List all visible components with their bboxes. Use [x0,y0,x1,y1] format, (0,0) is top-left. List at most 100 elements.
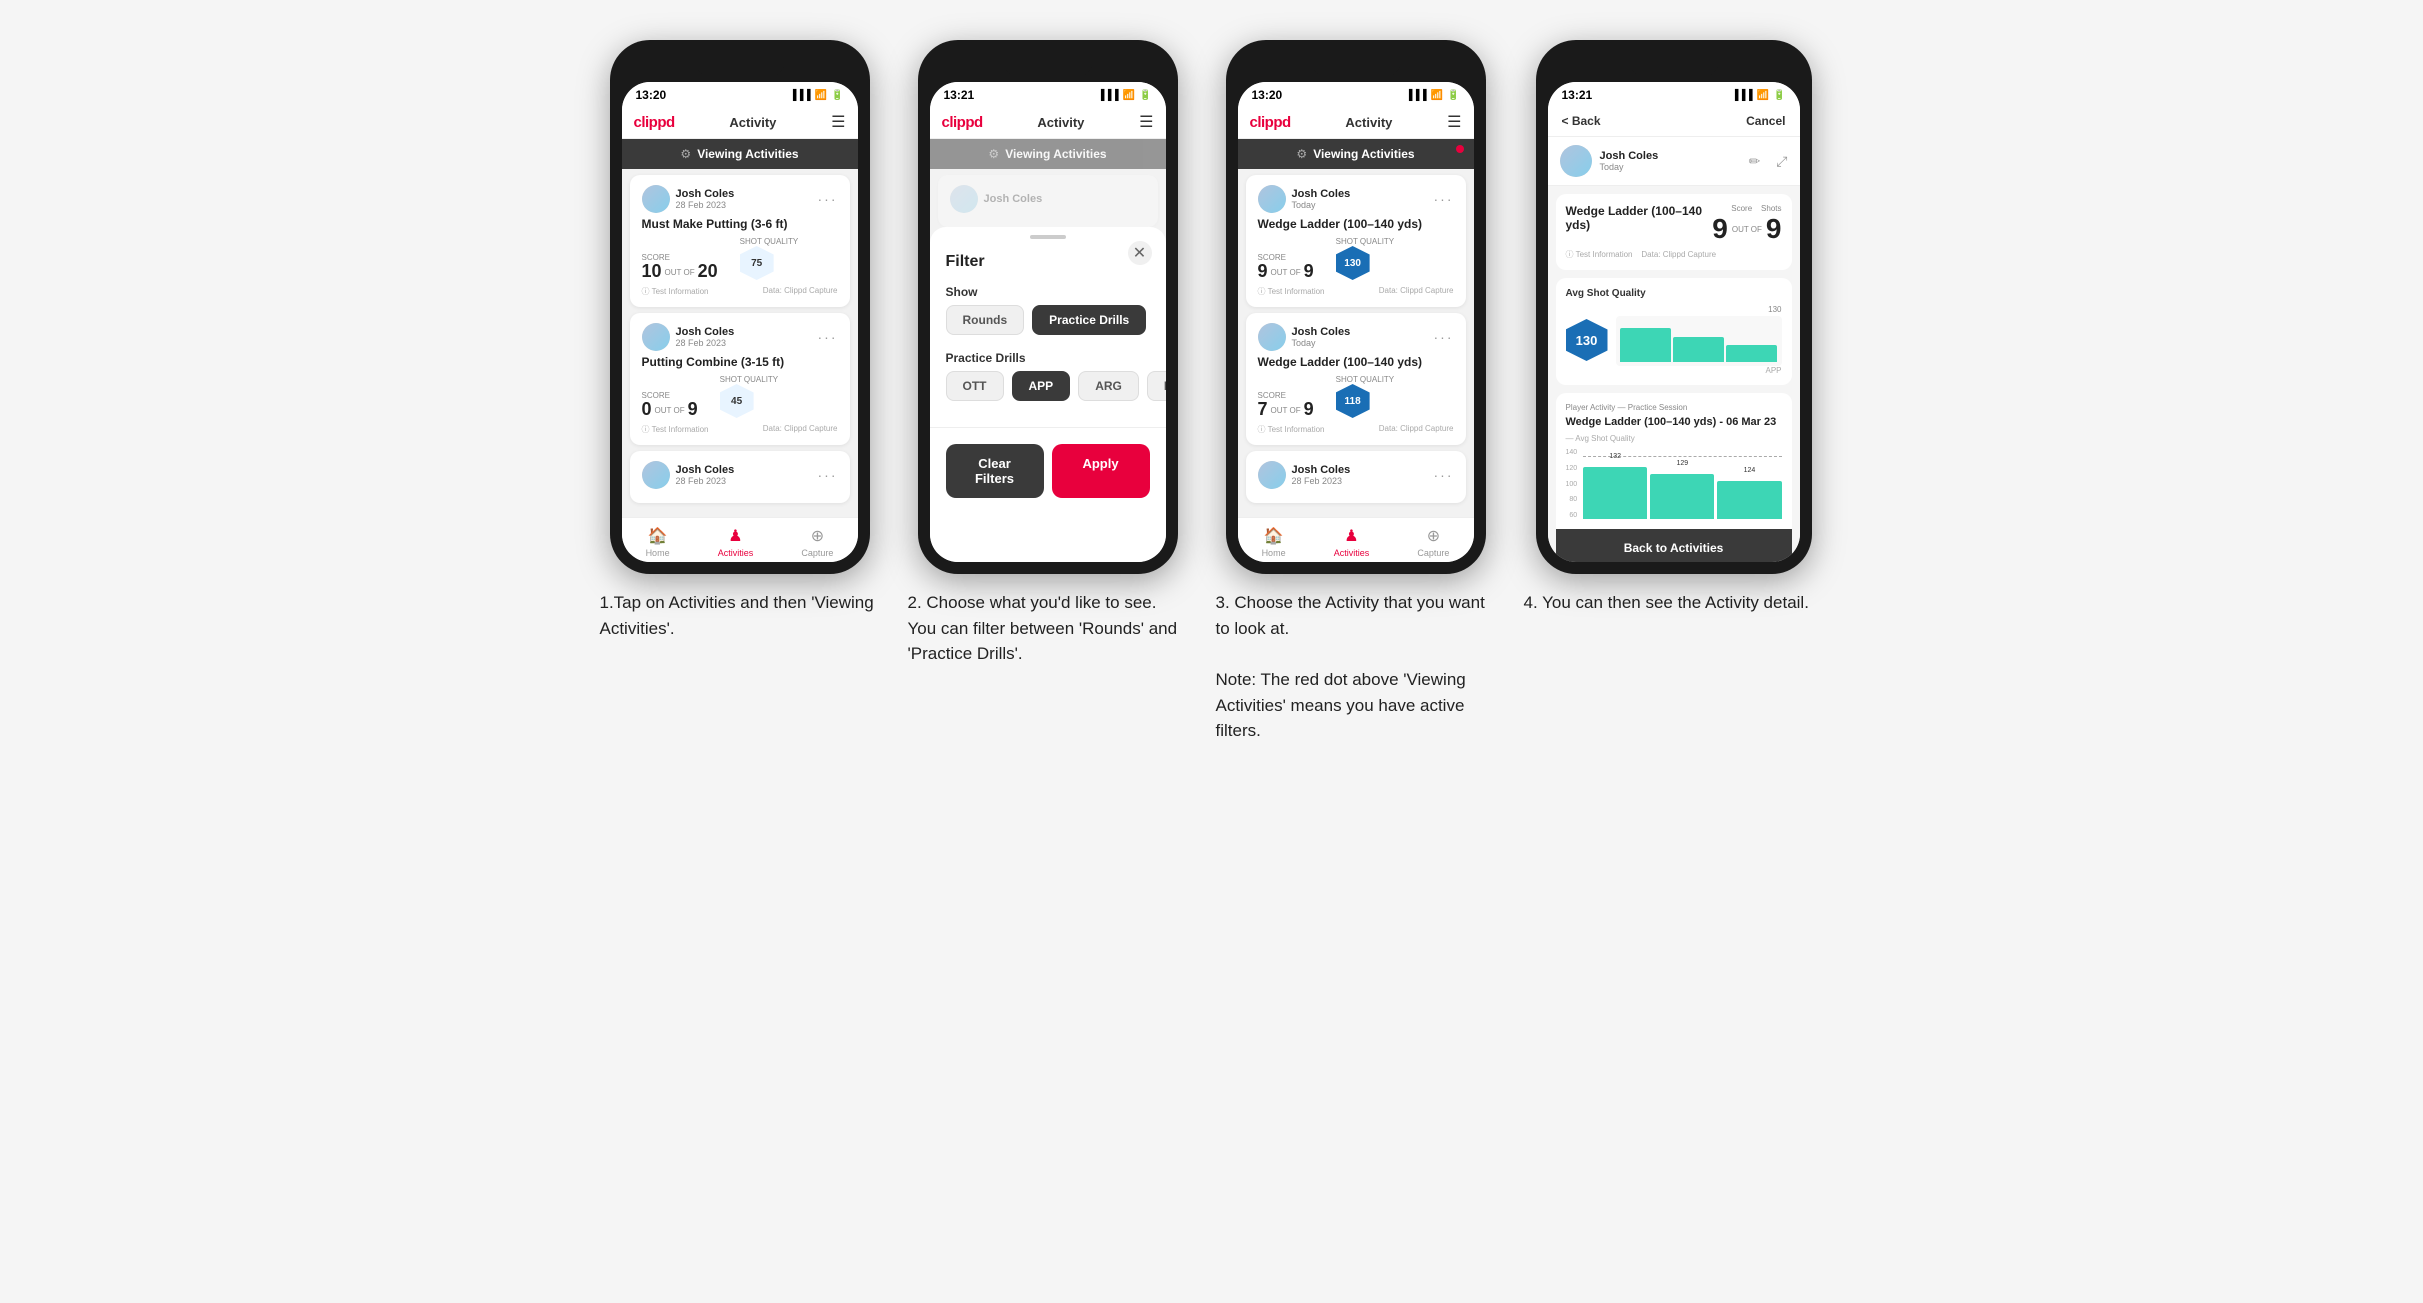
caption-1: 1.Tap on Activities and then 'Viewing Ac… [600,590,880,641]
avatar-4 [1560,145,1592,177]
detail-drill-title-4: Wedge Ladder (100–140 yds) [1566,204,1713,232]
activities-label-1: Activities [718,548,754,558]
status-time-1: 13:20 [636,88,667,102]
bottom-nav-activities-3[interactable]: ♟ Activities [1334,526,1370,558]
avatar-1-1 [642,185,670,213]
bottom-nav-activities-1[interactable]: ♟ Activities [718,526,754,558]
detail-nav-4: < Back Cancel [1548,106,1800,137]
more-dots-3-2[interactable]: ··· [1434,329,1454,345]
nav-title-1: Activity [675,115,831,130]
activity-card-1-1[interactable]: Josh Coles 28 Feb 2023 ··· Must Make Put… [630,175,850,307]
activity-card-1-2[interactable]: Josh Coles 28 Feb 2023 ··· Putting Combi… [630,313,850,445]
nav-bar-2: clippd Activity ☰ [930,106,1166,139]
activity-list-1[interactable]: Josh Coles 28 Feb 2023 ··· Must Make Put… [622,169,858,517]
filter-icon-1: ⚙ [680,147,691,161]
status-bar-2: 13:21 ▐▐▐ 📶 🔋 [930,82,1166,106]
phone-3-notch [1311,52,1401,78]
phone-1-frame: 13:20 ▐▐▐ 📶 🔋 clippd Activity ☰ [610,40,870,574]
activity-card-3-1[interactable]: Josh Coles Today ··· Wedge Ladder (100–1… [1246,175,1466,307]
card-title-3-1: Wedge Ladder (100–140 yds) [1258,217,1454,231]
status-time-4: 13:21 [1562,88,1593,102]
card-stats-1-1: Score 10 OUT OF 20 Shot Quality [642,237,838,280]
bottom-nav-home-1[interactable]: 🏠 Home [646,526,670,558]
putt-btn-2[interactable]: PUTT [1147,371,1166,401]
filter-drills-label-2: Practice Drills [930,341,1166,371]
rounds-btn-2[interactable]: Rounds [946,305,1025,335]
bottom-nav-home-3[interactable]: 🏠 Home [1262,526,1286,558]
arg-btn-2[interactable]: ARG [1078,371,1139,401]
more-dots-1-2[interactable]: ··· [818,329,838,345]
practice-drills-btn-2[interactable]: Practice Drills [1032,305,1146,335]
signal-icon-3: ▐▐▐ [1405,90,1426,101]
bottom-nav-1: 🏠 Home ♟ Activities ⊕ Capture [622,517,858,562]
apply-btn-2[interactable]: Apply [1052,444,1150,498]
app-btn-2[interactable]: APP [1012,371,1071,401]
detail-user-name-4: Josh Coles [1600,150,1741,162]
out-of-3-2: OUT OF [1271,406,1301,415]
viewing-bar-text-2: Viewing Activities [1005,147,1106,161]
cancel-btn-4[interactable]: Cancel [1746,114,1785,128]
user-info-1-3: Josh Coles 28 Feb 2023 [642,461,735,489]
user-date-3-3: 28 Feb 2023 [1292,476,1351,486]
filter-action-row-2: Clear Filters Apply [930,427,1166,514]
user-date-1-3: 28 Feb 2023 [676,476,735,486]
activity-list-3[interactable]: Josh Coles Today ··· Wedge Ladder (100–1… [1238,169,1474,517]
user-name-3-1: Josh Coles [1292,188,1351,200]
ghost-user-2: Josh Coles [950,185,1043,213]
edit-icon-4[interactable]: ✏ [1749,153,1761,170]
activities-label-3: Activities [1334,548,1370,558]
test-info-1-1: ⓘ Test Information [642,286,709,297]
out-of-label-4: OUT OF [1732,225,1762,234]
detail-quality-card-4: Avg Shot Quality 130 130 [1556,278,1792,385]
red-dot-3 [1456,145,1464,153]
nav-title-3: Activity [1291,115,1447,130]
viewing-bar-2[interactable]: ⚙ Viewing Activities [930,139,1166,169]
user-info-3-1: Josh Coles Today [1258,185,1351,213]
viewing-bar-text-1: Viewing Activities [697,147,798,161]
status-icons-2: ▐▐▐ 📶 🔋 [1097,90,1151,101]
avg-shot-quality-legend-4: — Avg Shot Quality [1566,434,1782,443]
status-icons-1: ▐▐▐ 📶 🔋 [789,90,843,101]
out-of-3-1: OUT OF [1271,268,1301,277]
activity-card-1-3[interactable]: Josh Coles 28 Feb 2023 ··· [630,451,850,503]
caption-3a: 3. Choose the Activity that you want to … [1216,590,1496,641]
chart-bar-4-2 [1673,337,1724,362]
signal-icon-4: ▐▐▐ [1731,90,1752,101]
phone-2-screen: 13:21 ▐▐▐ 📶 🔋 clippd Activity ☰ [930,82,1166,562]
test-info-1-2: ⓘ Test Information [642,424,709,435]
viewing-bar-1[interactable]: ⚙ Viewing Activities [622,139,858,169]
viewing-bar-3[interactable]: ⚙ Viewing Activities [1238,139,1474,169]
chart-bar-4-3 [1726,345,1777,362]
more-dots-3-1[interactable]: ··· [1434,191,1454,207]
filter-close-btn-2[interactable]: ✕ [1128,241,1152,265]
back-to-activities-btn-4[interactable]: Back to Activities [1556,529,1792,562]
session-label-4: Player Activity — Practice Session [1566,403,1782,412]
ott-btn-2[interactable]: OTT [946,371,1004,401]
filter-icon-2: ⚙ [988,147,999,161]
activity-card-3-2[interactable]: Josh Coles Today ··· Wedge Ladder (100–1… [1246,313,1466,445]
phone-4-screen: 13:21 ▐▐▐ 📶 🔋 < Back Cancel [1548,82,1800,562]
bottom-nav-capture-3[interactable]: ⊕ Capture [1417,526,1449,558]
menu-icon-1[interactable]: ☰ [831,112,845,132]
detail-content-4[interactable]: Wedge Ladder (100–140 yds) Score Shots 9… [1548,186,1800,562]
test-info-3-2: ⓘ Test Information [1258,424,1325,435]
more-dots-3-3[interactable]: ··· [1434,467,1454,483]
card-title-1-1: Must Make Putting (3-6 ft) [642,217,838,231]
more-dots-1-3[interactable]: ··· [818,467,838,483]
sq-label-3-2: Shot Quality [1336,375,1395,384]
card-stats-1-2: Score 0 OUT OF 9 Shot Quality 45 [642,375,838,418]
clear-filters-btn-2[interactable]: Clear Filters [946,444,1044,498]
score-col-label-4: Score Shots [1712,204,1781,213]
bottom-nav-capture-1[interactable]: ⊕ Capture [801,526,833,558]
user-name-1-3: Josh Coles [676,464,735,476]
expand-icon-4[interactable]: ⤢ [1776,153,1787,170]
menu-icon-2[interactable]: ☰ [1139,112,1153,132]
activity-card-3-3[interactable]: Josh Coles 28 Feb 2023 ··· [1246,451,1466,503]
menu-icon-3[interactable]: ☰ [1447,112,1461,132]
signal-icon-2: ▐▐▐ [1097,90,1118,101]
back-btn-4[interactable]: < Back [1562,114,1601,128]
battery-icon-4: 🔋 [1773,90,1785,101]
out-of-val-1-1: 20 [698,262,718,280]
out-of-1-1: OUT OF [665,268,695,277]
more-dots-1-1[interactable]: ··· [818,191,838,207]
